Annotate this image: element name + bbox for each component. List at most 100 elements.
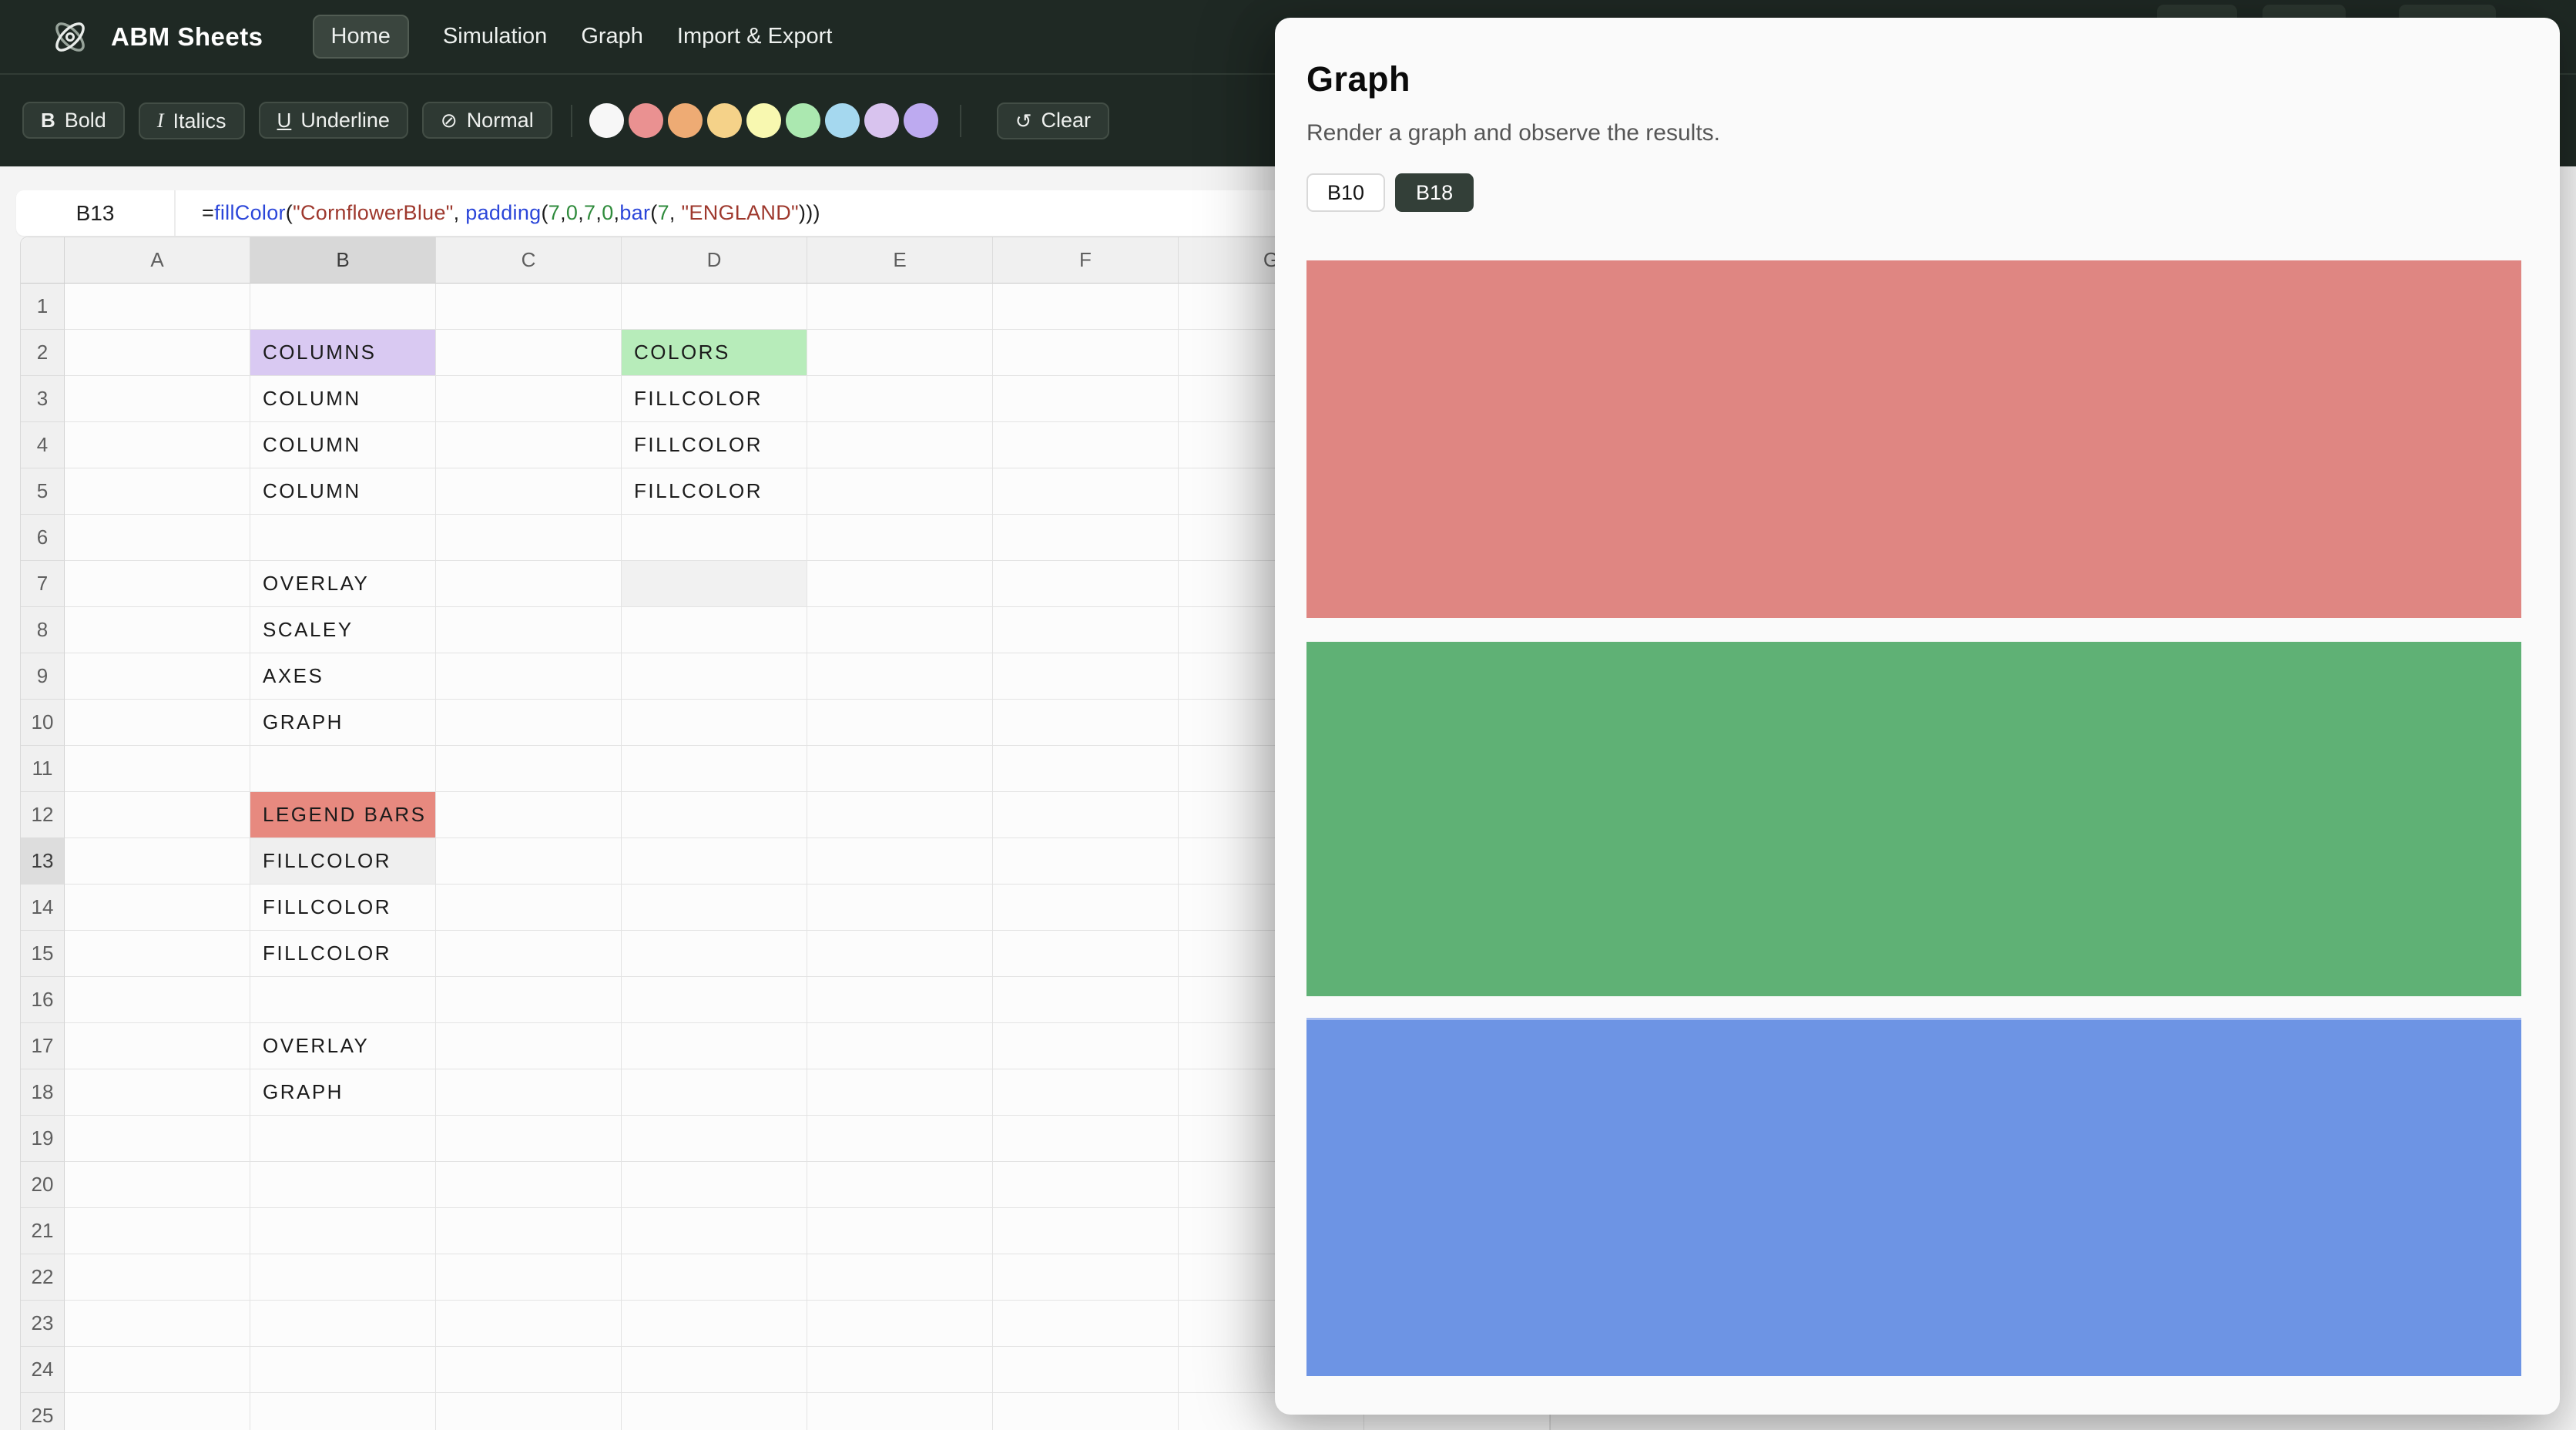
cell-A4[interactable]: [65, 422, 250, 468]
color-swatch-5[interactable]: [746, 103, 781, 138]
cell-D12[interactable]: [622, 792, 807, 838]
cell-E15[interactable]: [807, 931, 993, 977]
cell-B16[interactable]: [250, 977, 436, 1023]
cell-E13[interactable]: [807, 838, 993, 885]
cell-F20[interactable]: [993, 1162, 1179, 1208]
cell-F9[interactable]: [993, 653, 1179, 700]
row-header-12[interactable]: 12: [21, 792, 65, 838]
cell-E8[interactable]: [807, 607, 993, 653]
cell-C14[interactable]: [436, 885, 622, 931]
cell-E11[interactable]: [807, 746, 993, 792]
cell-F11[interactable]: [993, 746, 1179, 792]
cell-C16[interactable]: [436, 977, 622, 1023]
row-header-16[interactable]: 16: [21, 977, 65, 1023]
cell-A5[interactable]: [65, 468, 250, 515]
row-header-18[interactable]: 18: [21, 1069, 65, 1116]
cell-A24[interactable]: [65, 1347, 250, 1393]
cell-F13[interactable]: [993, 838, 1179, 885]
color-swatch-6[interactable]: [786, 103, 820, 138]
cell-E21[interactable]: [807, 1208, 993, 1254]
cell-C8[interactable]: [436, 607, 622, 653]
row-header-15[interactable]: 15: [21, 931, 65, 977]
cell-F21[interactable]: [993, 1208, 1179, 1254]
cell-B10[interactable]: GRAPH: [250, 700, 436, 746]
cell-D22[interactable]: [622, 1254, 807, 1301]
cell-C25[interactable]: [436, 1393, 622, 1430]
cell-F12[interactable]: [993, 792, 1179, 838]
cell-C20[interactable]: [436, 1162, 622, 1208]
nav-item-graph[interactable]: Graph: [581, 24, 643, 49]
cell-D2[interactable]: COLORS: [622, 330, 807, 376]
row-header-13[interactable]: 13: [21, 838, 65, 885]
cell-E22[interactable]: [807, 1254, 993, 1301]
cell-A10[interactable]: [65, 700, 250, 746]
cell-E12[interactable]: [807, 792, 993, 838]
cell-C11[interactable]: [436, 746, 622, 792]
cell-C24[interactable]: [436, 1347, 622, 1393]
cell-E18[interactable]: [807, 1069, 993, 1116]
cell-F22[interactable]: [993, 1254, 1179, 1301]
color-swatch-8[interactable]: [864, 103, 899, 138]
cell-A15[interactable]: [65, 931, 250, 977]
cell-F2[interactable]: [993, 330, 1179, 376]
cell-D13[interactable]: [622, 838, 807, 885]
color-swatch-3[interactable]: [668, 103, 703, 138]
row-header-23[interactable]: 23: [21, 1301, 65, 1347]
cell-D20[interactable]: [622, 1162, 807, 1208]
cell-B17[interactable]: OVERLAY: [250, 1023, 436, 1069]
column-header-C[interactable]: C: [436, 237, 622, 284]
cell-C18[interactable]: [436, 1069, 622, 1116]
cell-D25[interactable]: [622, 1393, 807, 1430]
cell-D5[interactable]: FILLCOLOR: [622, 468, 807, 515]
cell-E19[interactable]: [807, 1116, 993, 1162]
cell-D11[interactable]: [622, 746, 807, 792]
nav-item-import-export[interactable]: Import & Export: [677, 24, 832, 49]
cell-C7[interactable]: [436, 561, 622, 607]
row-header-11[interactable]: 11: [21, 746, 65, 792]
color-swatch-1[interactable]: [589, 103, 624, 138]
cell-E2[interactable]: [807, 330, 993, 376]
cell-C1[interactable]: [436, 284, 622, 330]
cell-B9[interactable]: AXES: [250, 653, 436, 700]
cell-A9[interactable]: [65, 653, 250, 700]
cell-F6[interactable]: [993, 515, 1179, 561]
color-swatch-9[interactable]: [904, 103, 938, 138]
cell-A7[interactable]: [65, 561, 250, 607]
cell-E10[interactable]: [807, 700, 993, 746]
cell-E9[interactable]: [807, 653, 993, 700]
bold-button[interactable]: BBold: [22, 102, 125, 139]
cell-A14[interactable]: [65, 885, 250, 931]
color-swatch-7[interactable]: [825, 103, 860, 138]
cell-D8[interactable]: [622, 607, 807, 653]
cell-D17[interactable]: [622, 1023, 807, 1069]
cell-C2[interactable]: [436, 330, 622, 376]
cell-B25[interactable]: [250, 1393, 436, 1430]
cell-F15[interactable]: [993, 931, 1179, 977]
cell-F16[interactable]: [993, 977, 1179, 1023]
cell-A22[interactable]: [65, 1254, 250, 1301]
cell-C19[interactable]: [436, 1116, 622, 1162]
cell-B4[interactable]: COLUMN: [250, 422, 436, 468]
cell-C17[interactable]: [436, 1023, 622, 1069]
cell-B21[interactable]: [250, 1208, 436, 1254]
cell-B24[interactable]: [250, 1347, 436, 1393]
cell-F19[interactable]: [993, 1116, 1179, 1162]
cell-D15[interactable]: [622, 931, 807, 977]
cell-F14[interactable]: [993, 885, 1179, 931]
nav-item-simulation[interactable]: Simulation: [443, 24, 547, 49]
row-header-10[interactable]: 10: [21, 700, 65, 746]
cell-F7[interactable]: [993, 561, 1179, 607]
column-header-F[interactable]: F: [993, 237, 1179, 284]
cell-D23[interactable]: [622, 1301, 807, 1347]
cell-F3[interactable]: [993, 376, 1179, 422]
cell-C3[interactable]: [436, 376, 622, 422]
cell-D7[interactable]: [622, 561, 807, 607]
cell-A2[interactable]: [65, 330, 250, 376]
row-header-2[interactable]: 2: [21, 330, 65, 376]
cell-E5[interactable]: [807, 468, 993, 515]
cell-E24[interactable]: [807, 1347, 993, 1393]
cell-B20[interactable]: [250, 1162, 436, 1208]
color-swatch-2[interactable]: [629, 103, 663, 138]
cell-D10[interactable]: [622, 700, 807, 746]
cell-D14[interactable]: [622, 885, 807, 931]
